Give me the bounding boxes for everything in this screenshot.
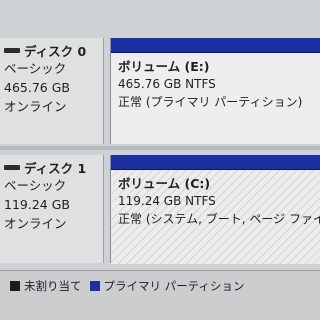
volume-c-name: ボリューム (C:) bbox=[118, 176, 211, 191]
primary-partition-bar bbox=[111, 155, 320, 170]
partition-e-body: ボリューム (E:) 465.76 GB NTFS 正常 (プライマリ パーティ… bbox=[111, 53, 320, 111]
primary-partition-bar bbox=[111, 38, 320, 53]
volume-c-status: 正常 (システム, ブート, ページ ファイル, ク bbox=[118, 212, 320, 226]
disk-0-title: ディスク 0 bbox=[4, 41, 103, 59]
disk-icon bbox=[4, 47, 20, 53]
disk-1-status: オンライン bbox=[4, 216, 67, 231]
disk-1-title: ディスク 1 bbox=[4, 158, 103, 176]
disk-1-size: 119.24 GB bbox=[4, 197, 70, 212]
volume-c-size: 119.24 GB NTFS bbox=[118, 194, 216, 208]
disk-1-type: ベーシック bbox=[4, 178, 67, 193]
disk-0-name: ディスク 0 bbox=[24, 43, 87, 59]
disk-icon bbox=[4, 164, 20, 170]
disk-1-info[interactable]: ディスク 1 ベーシック 119.24 GB オンライン bbox=[0, 155, 104, 263]
partition-c[interactable]: ボリューム (C:) 119.24 GB NTFS 正常 (システム, ブート,… bbox=[110, 155, 320, 264]
disk-0-info[interactable]: ディスク 0 ベーシック 465.76 GB オンライン bbox=[0, 38, 104, 144]
disk-row-1: ディスク 1 ベーシック 119.24 GB オンライン ボリューム (C:) … bbox=[0, 155, 320, 264]
legend: 未割り当て プライマリ パーティション bbox=[0, 270, 320, 320]
partition-e[interactable]: ボリューム (E:) 465.76 GB NTFS 正常 (プライマリ パーティ… bbox=[110, 38, 320, 144]
primary-swatch-icon bbox=[89, 281, 100, 291]
partition-c-body: ボリューム (C:) 119.24 GB NTFS 正常 (システム, ブート,… bbox=[111, 170, 320, 264]
legend-primary-label: プライマリ パーティション bbox=[103, 279, 245, 293]
disk-0-status: オンライン bbox=[4, 99, 67, 114]
unallocated-swatch-icon bbox=[10, 281, 20, 291]
legend-unallocated-label: 未割り当て bbox=[24, 279, 82, 293]
legend-unallocated: 未割り当て bbox=[10, 278, 82, 294]
disk-separator bbox=[0, 146, 320, 150]
volume-e-size: 465.76 GB NTFS bbox=[118, 77, 216, 91]
disk-0-type: ベーシック bbox=[4, 61, 67, 76]
disk-1-name: ディスク 1 bbox=[24, 160, 87, 176]
volume-e-name: ボリューム (E:) bbox=[118, 59, 210, 74]
legend-primary: プライマリ パーティション bbox=[89, 278, 245, 294]
volume-e-status: 正常 (プライマリ パーティション) bbox=[118, 95, 303, 109]
disk-0-size: 465.76 GB bbox=[4, 80, 70, 95]
disk-row-0: ディスク 0 ベーシック 465.76 GB オンライン ボリューム (E:) … bbox=[0, 38, 320, 144]
